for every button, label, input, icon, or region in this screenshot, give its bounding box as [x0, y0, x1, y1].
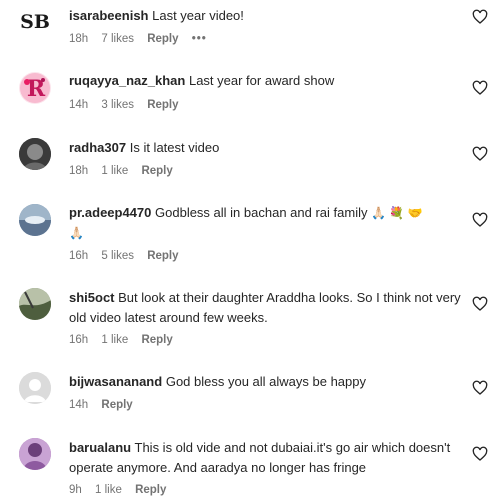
comment-likes[interactable]: 1 like [101, 165, 128, 177]
comment-time[interactable]: 9h [69, 484, 82, 496]
comment-text: Godbless all in bachan and rai family [155, 205, 368, 220]
comment-likes[interactable]: 1 like [95, 484, 122, 496]
heart-outline-icon[interactable] [472, 446, 488, 462]
comment-emojis: 🙏🏻 [69, 226, 84, 240]
avatar[interactable] [19, 438, 51, 470]
comment-text: Last year video! [152, 8, 244, 23]
comments-list: SB isarabeenish Last year video! 18h 7 l… [0, 0, 500, 500]
comment-time[interactable]: 14h [69, 399, 88, 411]
comment-likes[interactable]: 5 likes [101, 250, 134, 262]
comment-text: But look at their daughter Araddha looks… [69, 290, 461, 325]
heart-outline-icon[interactable] [472, 380, 488, 396]
heart-outline-icon[interactable] [472, 296, 488, 312]
avatar[interactable] [19, 288, 51, 320]
reply-button[interactable]: Reply [147, 250, 178, 262]
reply-button[interactable]: Reply [141, 165, 172, 177]
comment-text: Is it latest video [129, 140, 220, 155]
reply-button[interactable]: Reply [147, 33, 178, 45]
heart-outline-icon[interactable] [472, 80, 488, 96]
reply-button[interactable]: Reply [141, 334, 172, 346]
comment-text: God bless you all always be happy [165, 374, 367, 389]
ellipsis-icon[interactable]: ••• [192, 33, 207, 45]
comment-emojis: 🙏🏻 💐 🤝 [371, 206, 423, 220]
avatar[interactable]: SB [19, 5, 51, 37]
heart-outline-icon[interactable] [472, 212, 488, 228]
reply-button[interactable]: Reply [147, 99, 178, 111]
comment-time[interactable]: 14h [69, 99, 88, 111]
comment-text: Last year for award show [188, 73, 335, 88]
comment-username[interactable]: ruqayya_naz_khan [69, 73, 185, 88]
comment-username[interactable]: isarabeenish [69, 8, 149, 23]
comment-username[interactable]: shi5oct [69, 290, 115, 305]
avatar[interactable]: R [19, 72, 51, 104]
comment-likes[interactable]: 3 likes [101, 99, 134, 111]
avatar[interactable] [19, 372, 51, 404]
comment-time[interactable]: 18h [69, 165, 88, 177]
comment-time[interactable]: 16h [69, 250, 88, 262]
heart-outline-icon[interactable] [472, 146, 488, 162]
avatar[interactable] [19, 204, 51, 236]
comment-username[interactable]: barualanu [69, 440, 131, 455]
reply-button[interactable]: Reply [135, 484, 166, 496]
comment-username[interactable]: radha307 [69, 140, 126, 155]
comment-time[interactable]: 16h [69, 334, 88, 346]
heart-outline-icon[interactable] [472, 9, 488, 25]
comment-time[interactable]: 18h [69, 33, 88, 45]
reply-button[interactable]: Reply [101, 399, 132, 411]
comment-username[interactable]: bijwasananand [69, 374, 162, 389]
avatar[interactable] [19, 138, 51, 170]
comment-username[interactable]: pr.adeep4470 [69, 205, 151, 220]
comment-likes[interactable]: 7 likes [101, 33, 134, 45]
comment-likes[interactable]: 1 like [101, 334, 128, 346]
svg-text:SB: SB [20, 11, 50, 33]
